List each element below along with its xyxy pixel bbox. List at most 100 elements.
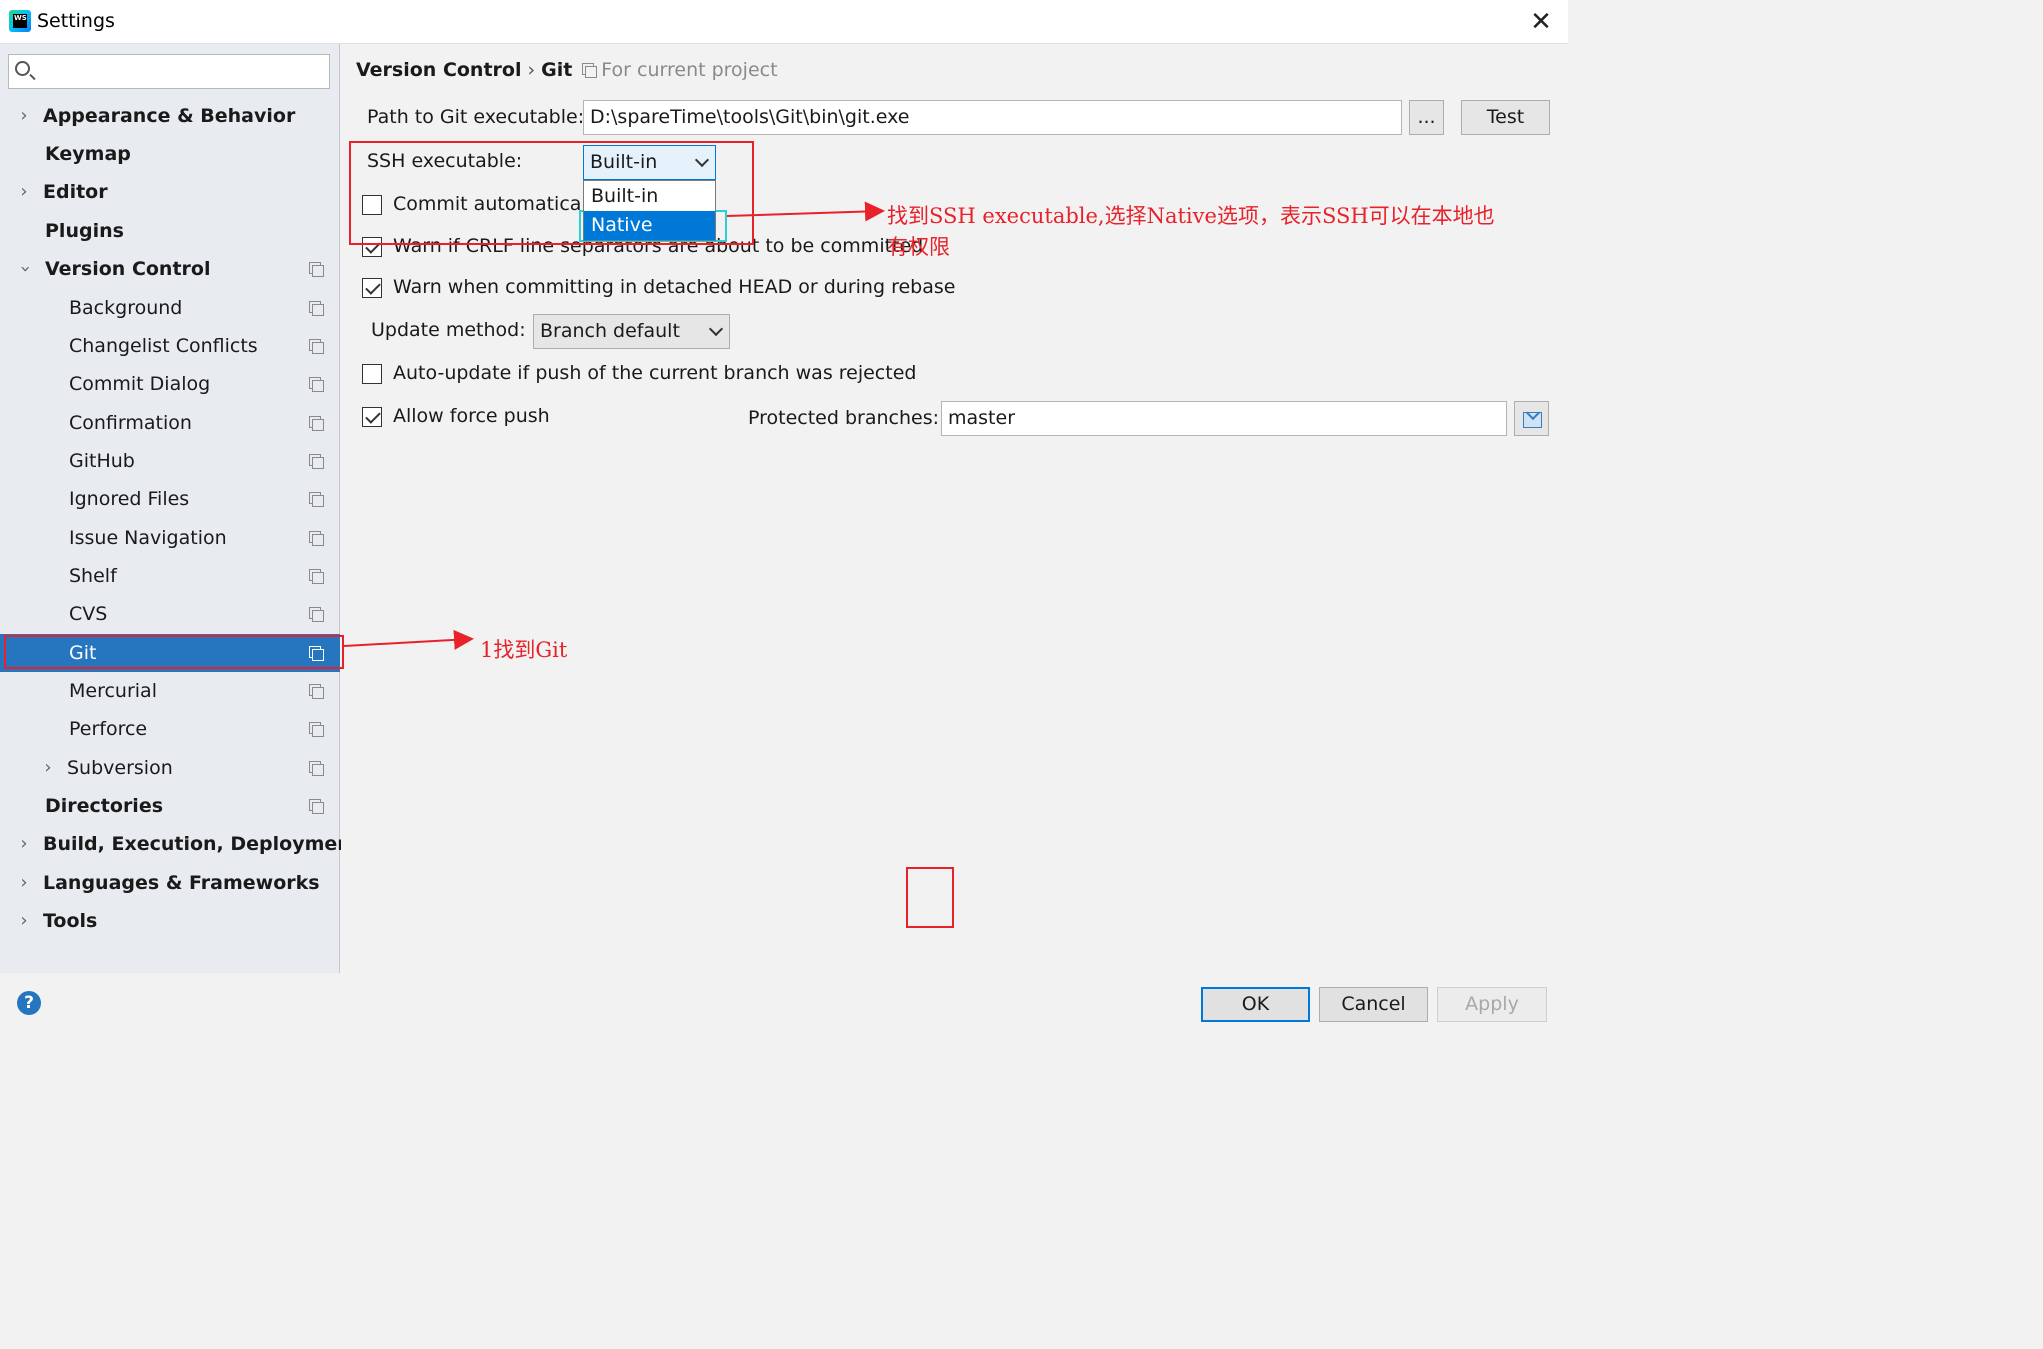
protected-branches-input[interactable]: master [941,401,1507,436]
project-scope-icon [309,684,324,699]
sidebar-item-label: Background [69,297,183,319]
chevron-right-icon[interactable]: › [16,864,32,902]
sidebar-item-label: Shelf [69,565,117,587]
ssh-executable-label: SSH executable: [367,150,523,172]
sidebar-item-label: CVS [69,603,108,625]
test-button[interactable]: Test [1461,100,1550,135]
cancel-button[interactable]: Cancel [1319,987,1428,1022]
sidebar-item-label: GitHub [69,450,135,472]
chevron-right-icon[interactable]: › [16,902,32,940]
sidebar-item-label: Commit Dialog [69,373,211,395]
sidebar-item-shelf[interactable]: Shelf [0,557,340,595]
sidebar-item-changelist-conflicts[interactable]: Changelist Conflicts [0,327,340,365]
sidebar-item-languages-frameworks[interactable]: › Languages & Frameworks [0,864,340,902]
sidebar-item-git[interactable]: Git [0,634,340,672]
sidebar-item-commit-dialog[interactable]: Commit Dialog [0,365,340,403]
sidebar-item-label: Languages & Frameworks [43,872,320,894]
update-method-select[interactable]: Branch default [533,314,730,349]
chevron-right-icon[interactable]: › [40,749,56,787]
sidebar-item-label: Git [69,642,97,664]
sidebar-item-label: Ignored Files [69,488,190,510]
chevron-right-icon[interactable]: › [16,97,32,135]
search-input[interactable] [39,59,324,84]
sidebar-item-confirmation[interactable]: Confirmation [0,404,340,442]
breadcrumb-parent[interactable]: Version Control [356,59,521,81]
sidebar-item-label: Subversion [67,757,173,779]
sidebar-item-perforce[interactable]: Perforce [0,710,340,748]
sidebar-item-label: Tools [43,910,98,932]
project-scope-icon [309,339,324,354]
sidebar-item-issue-navigation[interactable]: Issue Navigation [0,519,340,557]
update-method-label: Update method: [371,319,526,341]
sidebar-item-plugins[interactable]: Plugins [0,212,340,250]
help-icon[interactable]: ? [17,991,41,1015]
sidebar-item-build-execution-deployment[interactable]: › Build, Execution, Deployment [0,825,360,863]
chevron-down-icon[interactable]: › [6,261,44,277]
browse-button[interactable]: ... [1409,100,1444,135]
update-method-value: Branch default [540,320,680,342]
warn-crlf-checkbox[interactable] [362,237,382,257]
sidebar-item-label: Issue Navigation [69,527,227,549]
sidebar-item-label: Plugins [45,220,124,242]
apply-button[interactable]: Apply [1437,987,1547,1022]
title-bar: WS Settings ✕ [0,0,1568,44]
breadcrumb-current: Git [541,59,573,81]
ssh-option-built-in[interactable]: Built-in [584,182,715,211]
sidebar-item-background[interactable]: Background [0,289,340,327]
allow-force-push-label: Allow force push [393,405,550,427]
scope-label: For current project [601,59,778,81]
sidebar-item-subversion[interactable]: › Subversion [0,749,340,787]
project-scope-icon [309,377,324,392]
sidebar-item-cvs[interactable]: CVS [0,595,340,633]
auto-update-label: Auto-update if push of the current branc… [393,362,917,384]
sidebar-item-label: Mercurial [69,680,157,702]
project-scope-icon [309,607,324,622]
ssh-option-native[interactable]: Native [584,211,715,240]
breadcrumb: Version Control › Git For current project [356,59,778,81]
ssh-executable-select[interactable]: Built-in [583,145,716,180]
auto-update-checkbox[interactable] [362,364,382,384]
settings-search[interactable] [8,54,330,89]
ssh-dropdown-list: Built-in Native [583,180,716,241]
project-scope-icon [309,531,324,546]
breadcrumb-separator: › [527,59,536,81]
sidebar-item-version-control[interactable]: › Version Control [0,250,340,288]
commit-automatically-label: Commit automatically [393,193,604,215]
sidebar-item-directories[interactable]: Directories [0,787,340,825]
project-scope-icon [309,722,324,737]
sidebar-item-label: Keymap [45,143,131,165]
allow-force-push-checkbox[interactable] [362,407,382,427]
project-scope-icon [582,63,598,78]
sidebar-item-mercurial[interactable]: Mercurial [0,672,340,710]
project-scope-icon [309,799,324,814]
project-scope-icon [309,569,324,584]
sidebar-item-github[interactable]: GitHub [0,442,340,480]
project-scope-icon [309,492,324,507]
sidebar-item-editor[interactable]: › Editor [0,173,340,211]
ok-button[interactable]: OK [1201,987,1310,1022]
project-scope-icon [309,416,324,431]
project-scope-icon [309,454,324,469]
annotation-step1-text: 1找到Git [480,638,568,662]
chevron-right-icon[interactable]: › [16,825,32,863]
sidebar-item-label: Build, Execution, Deployment [43,833,360,855]
sidebar-item-ignored-files[interactable]: Ignored Files [0,480,340,518]
search-icon [15,61,30,76]
git-path-input[interactable]: D:\spareTime\tools\Git\bin\git.exe [583,100,1402,135]
protected-branches-label: Protected branches: [748,407,940,429]
close-icon[interactable]: ✕ [1522,6,1560,38]
sidebar-item-label: Directories [45,795,164,817]
chevron-right-icon[interactable]: › [16,173,32,211]
sidebar-item-label: Confirmation [69,412,192,434]
annotation-step2-text-line2: 有权限 [887,235,950,259]
sidebar-item-tools[interactable]: › Tools [0,902,340,940]
project-scope-icon [309,646,324,661]
warn-detached-head-checkbox[interactable] [362,278,382,298]
commit-automatically-checkbox[interactable] [362,195,382,215]
chevron-down-icon [694,152,710,168]
dialog-footer: ? OK Cancel Apply [0,973,1568,1035]
sidebar-item-appearance-behavior[interactable]: › Appearance & Behavior [0,97,340,135]
expand-field-icon[interactable] [1514,401,1549,436]
sidebar-item-keymap[interactable]: Keymap [0,135,340,173]
webstorm-app-icon: WS [9,10,31,32]
